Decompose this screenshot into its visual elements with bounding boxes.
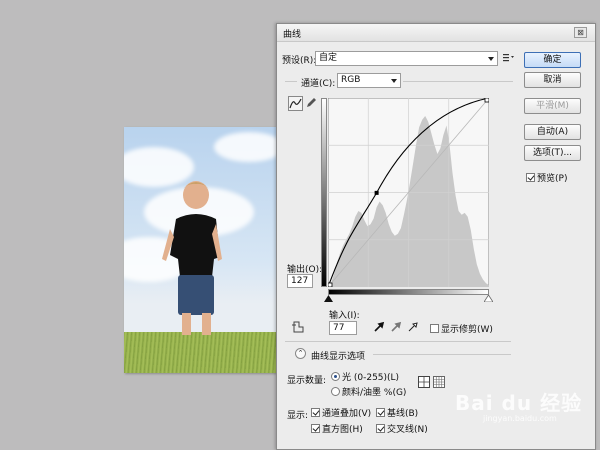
baidu-watermark-url: jingyan.baidu.com bbox=[483, 414, 557, 423]
window-title: 曲线 bbox=[283, 30, 302, 40]
curve-point-tool[interactable] bbox=[288, 96, 303, 111]
output-field[interactable]: 127 bbox=[287, 274, 313, 288]
baseline-label: 基线(B) bbox=[387, 409, 419, 419]
output-gradient-bar bbox=[321, 98, 327, 287]
detailed-grid-icon[interactable] bbox=[433, 376, 445, 388]
black-eyedropper-icon[interactable] bbox=[373, 321, 385, 333]
baseline-checkbox[interactable]: 基线(B) bbox=[376, 406, 418, 419]
channel-overlay-label: 通道叠加(V) bbox=[322, 409, 372, 419]
histogram-label: 直方图(H) bbox=[322, 425, 363, 435]
channel-select[interactable]: RGB bbox=[337, 73, 401, 88]
input-label: 输入(I): bbox=[329, 311, 360, 321]
show-clipping-label: 显示修剪(W) bbox=[441, 325, 493, 335]
preset-select[interactable]: 自定 bbox=[315, 51, 498, 66]
ok-button[interactable]: 确定 bbox=[524, 52, 581, 68]
smooth-button[interactable]: 平滑(M) bbox=[524, 98, 581, 114]
on-image-adjust-icon[interactable] bbox=[291, 320, 306, 333]
input-gradient-bar bbox=[328, 289, 489, 295]
white-eyedropper-icon[interactable] bbox=[407, 321, 419, 333]
curve-graph[interactable] bbox=[328, 98, 489, 287]
black-point-slider-icon[interactable] bbox=[324, 295, 333, 302]
preview-check[interactable] bbox=[526, 173, 535, 182]
chevron-down-icon bbox=[391, 79, 397, 83]
group-border bbox=[403, 81, 513, 82]
channel-label: 通道(C): bbox=[301, 79, 336, 89]
channel-overlay-check[interactable] bbox=[311, 408, 320, 417]
light-radio-button[interactable] bbox=[331, 372, 340, 381]
pigment-radio[interactable]: 颜料/油墨 %(G) bbox=[331, 385, 406, 398]
cancel-button[interactable]: 取消 bbox=[524, 72, 581, 88]
intersection-check[interactable] bbox=[376, 424, 385, 433]
close-button[interactable]: ⊠ bbox=[574, 27, 587, 38]
curves-dialog: 曲线 ⊠ 预设(R): 自定 确定 取消 平滑(M) 自动(A) 选项(T)..… bbox=[276, 23, 596, 450]
light-option-label: 光 (0-255)(L) bbox=[342, 373, 400, 383]
auto-button[interactable]: 自动(A) bbox=[524, 124, 581, 140]
section-divider bbox=[373, 354, 511, 355]
input-field[interactable]: 77 bbox=[329, 321, 357, 335]
histogram-checkbox[interactable]: 直方图(H) bbox=[311, 422, 363, 435]
intersection-checkbox[interactable]: 交叉线(N) bbox=[376, 422, 428, 435]
show-clipping-check[interactable] bbox=[430, 324, 439, 333]
pigment-option-label: 颜料/油墨 %(G) bbox=[342, 388, 407, 398]
display-options-header: 曲线显示选项 bbox=[311, 352, 366, 362]
chevron-down-icon bbox=[488, 57, 494, 61]
intersection-label: 交叉线(N) bbox=[387, 425, 428, 435]
curve-control-point[interactable] bbox=[374, 190, 379, 195]
preview-checkbox[interactable]: 预览(P) bbox=[526, 171, 567, 184]
curve-endpoint[interactable] bbox=[484, 98, 489, 103]
options-button[interactable]: 选项(T)... bbox=[524, 145, 581, 161]
pencil-tool[interactable] bbox=[305, 96, 320, 111]
cloud bbox=[214, 132, 276, 162]
simple-grid-icon[interactable] bbox=[418, 376, 430, 388]
baseline-check[interactable] bbox=[376, 408, 385, 417]
show-clipping-checkbox[interactable]: 显示修剪(W) bbox=[430, 322, 493, 335]
canvas-photo bbox=[124, 127, 276, 373]
child-figure bbox=[162, 181, 222, 335]
pencil-icon bbox=[307, 98, 316, 107]
white-point-slider-icon[interactable] bbox=[484, 295, 493, 302]
display-amount-label: 显示数量: bbox=[287, 376, 327, 386]
curve-tool-icon bbox=[289, 98, 302, 109]
channel-value: RGB bbox=[341, 75, 361, 85]
preview-label: 预览(P) bbox=[537, 174, 568, 184]
channel-overlay-checkbox[interactable]: 通道叠加(V) bbox=[311, 406, 371, 419]
preset-value: 自定 bbox=[319, 53, 338, 63]
preset-label: 预设(R): bbox=[282, 56, 317, 66]
gray-eyedropper-icon[interactable] bbox=[390, 321, 402, 333]
show-label: 显示: bbox=[287, 411, 309, 421]
collapse-icon[interactable]: ⌃ bbox=[295, 348, 306, 359]
group-border bbox=[285, 81, 297, 82]
baidu-watermark: Bai du 经验 bbox=[455, 391, 583, 415]
light-radio[interactable]: 光 (0-255)(L) bbox=[331, 370, 399, 383]
pigment-radio-button[interactable] bbox=[331, 387, 340, 396]
curve-endpoint[interactable] bbox=[328, 282, 333, 287]
title-bar[interactable]: 曲线 ⊠ bbox=[277, 24, 595, 42]
section-divider bbox=[285, 341, 511, 342]
preset-options-icon[interactable] bbox=[503, 53, 515, 63]
histogram-check[interactable] bbox=[311, 424, 320, 433]
